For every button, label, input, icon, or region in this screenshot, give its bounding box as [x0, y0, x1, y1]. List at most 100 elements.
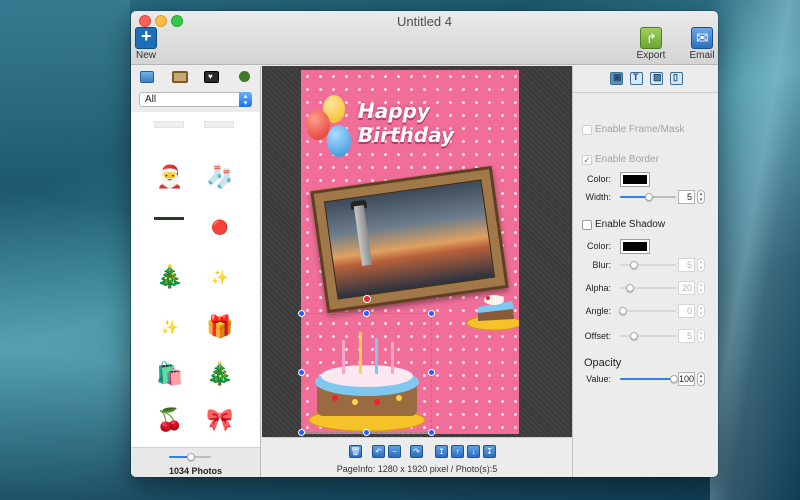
opacity-slider-fill: [620, 378, 674, 380]
border-width-label: Width:: [585, 192, 611, 202]
blur-slider[interactable]: [620, 264, 676, 266]
opacity-slider-knob[interactable]: [670, 375, 678, 383]
list-item[interactable]: [154, 121, 184, 128]
enable-border-checkbox[interactable]: ✓: [582, 155, 592, 165]
minus-icon[interactable]: −: [388, 445, 401, 458]
page-tab-icon[interactable]: [670, 72, 683, 85]
cake-slice-sticker[interactable]: [466, 285, 519, 331]
move-up-icon[interactable]: ↥: [435, 445, 448, 458]
opacity-heading: Opacity: [584, 357, 622, 369]
blur-stepper[interactable]: ▴ ▾: [697, 258, 705, 272]
list-item[interactable]: ✨: [153, 312, 187, 342]
bring-forward-icon[interactable]: ↑: [451, 445, 464, 458]
shadow-color-well[interactable]: [620, 239, 650, 254]
resize-handle-top-left[interactable]: [298, 310, 305, 317]
desktop-wallpaper-right: [710, 0, 800, 500]
resize-handle-bottom[interactable]: [363, 429, 370, 436]
blur-field[interactable]: 5: [678, 258, 695, 272]
card-title[interactable]: Happy Birthday: [358, 99, 519, 147]
alpha-field[interactable]: 20: [678, 281, 695, 295]
list-item[interactable]: 🔴: [203, 212, 237, 242]
enable-frame-mask-checkbox[interactable]: [582, 125, 592, 135]
enable-shadow-checkbox[interactable]: [582, 220, 592, 230]
opacity-stepper[interactable]: ▴ ▾: [697, 372, 705, 386]
photo-tab-icon[interactable]: [610, 72, 623, 85]
clipart-icon[interactable]: [239, 71, 250, 82]
list-item[interactable]: 🍒: [153, 405, 187, 435]
blur-slider-knob[interactable]: [630, 261, 638, 269]
image-icon[interactable]: [140, 71, 154, 83]
list-item[interactable]: 🎅: [153, 162, 187, 192]
selection-box: [301, 313, 432, 433]
text-tab-icon[interactable]: [630, 72, 643, 85]
properties-tab-bar: [573, 66, 718, 93]
export-label: Export: [636, 50, 666, 61]
resize-handle-top-right[interactable]: [428, 310, 435, 317]
list-item[interactable]: [154, 217, 184, 220]
offset-stepper[interactable]: ▴ ▾: [697, 329, 705, 343]
trash-icon[interactable]: 🗑: [349, 445, 362, 458]
rotate-handle[interactable]: [363, 295, 371, 303]
border-color-swatch: [623, 175, 647, 184]
frame-icon[interactable]: [172, 71, 188, 83]
desktop-wallpaper-left: [0, 0, 130, 500]
balloon-red: [306, 110, 330, 140]
export-icon: [640, 27, 662, 49]
enable-shadow-label: Enable Shadow: [595, 219, 666, 230]
border-color-label: Color:: [586, 174, 611, 184]
list-item[interactable]: 🎁: [203, 312, 237, 342]
canvas-toolbar: 🗑 ↶ − ↷ ↥ ↑ ↓ ↧ PageInfo: 1280 x 1920 pi…: [262, 437, 572, 477]
move-down-icon[interactable]: ↧: [483, 445, 496, 458]
opacity-field[interactable]: 100: [678, 372, 695, 386]
email-label: Email: [689, 50, 715, 61]
window-title: Untitled 4: [397, 14, 452, 29]
resize-handle-right[interactable]: [428, 369, 435, 376]
offset-label: Offset:: [584, 331, 611, 341]
list-item[interactable]: 🎄: [203, 359, 237, 389]
list-item[interactable]: [204, 121, 234, 128]
redo-icon[interactable]: ↷: [410, 445, 423, 458]
category-select[interactable]: All ▴ ▾: [139, 92, 252, 107]
resize-handle-left[interactable]: [298, 369, 305, 376]
list-item[interactable]: 🛍️: [153, 359, 187, 389]
border-width-field[interactable]: 5: [678, 190, 695, 204]
chevron-updown-icon: ▴ ▾: [239, 92, 252, 107]
offset-slider-knob[interactable]: [630, 332, 638, 340]
offset-field[interactable]: 5: [678, 329, 695, 343]
list-item[interactable]: 🎄: [153, 262, 187, 292]
angle-field[interactable]: 0: [678, 304, 695, 318]
border-color-well[interactable]: [620, 172, 650, 187]
list-item[interactable]: 🧦: [203, 162, 237, 192]
balloon-blue: [327, 125, 351, 157]
resize-handle-top[interactable]: [363, 310, 370, 317]
list-item[interactable]: ✨: [203, 262, 237, 292]
category-select-value: All: [145, 94, 157, 105]
alpha-stepper[interactable]: ▴ ▾: [697, 281, 705, 295]
background-tab-icon[interactable]: [650, 72, 663, 85]
list-item[interactable]: 🎀: [203, 405, 237, 435]
angle-slider-knob[interactable]: [619, 307, 627, 315]
offset-slider[interactable]: [620, 335, 676, 337]
app-window: Untitled 4 New Export Email All ▴▾: [131, 11, 718, 477]
lighthouse-tower: [353, 205, 373, 266]
envelope-icon: [691, 27, 713, 49]
alpha-slider-knob[interactable]: [626, 284, 634, 292]
export-button[interactable]: Export: [636, 27, 666, 61]
new-button[interactable]: New: [134, 26, 158, 61]
shadow-color-label: Color:: [586, 241, 611, 251]
alpha-label: Alpha:: [585, 283, 611, 293]
resize-handle-bottom-left[interactable]: [298, 429, 305, 436]
angle-stepper[interactable]: ▴ ▾: [697, 304, 705, 318]
email-button[interactable]: Email: [688, 27, 716, 61]
page-info: PageInfo: 1280 x 1920 pixel / Photo(s):5: [336, 464, 498, 474]
send-backward-icon[interactable]: ↓: [467, 445, 480, 458]
undo-icon[interactable]: ↶: [372, 445, 385, 458]
thumbnail-size-slider-knob[interactable]: [187, 453, 195, 461]
angle-slider[interactable]: [620, 310, 676, 312]
canvas-area[interactable]: Happy Birthday: [262, 66, 572, 437]
border-width-stepper[interactable]: ▴ ▾: [697, 190, 705, 204]
border-width-slider-knob[interactable]: [645, 193, 653, 201]
heart-frame-icon[interactable]: [204, 71, 219, 83]
resize-handle-bottom-right[interactable]: [428, 429, 435, 436]
enable-frame-mask-label: Enable Frame/Mask: [595, 124, 685, 135]
